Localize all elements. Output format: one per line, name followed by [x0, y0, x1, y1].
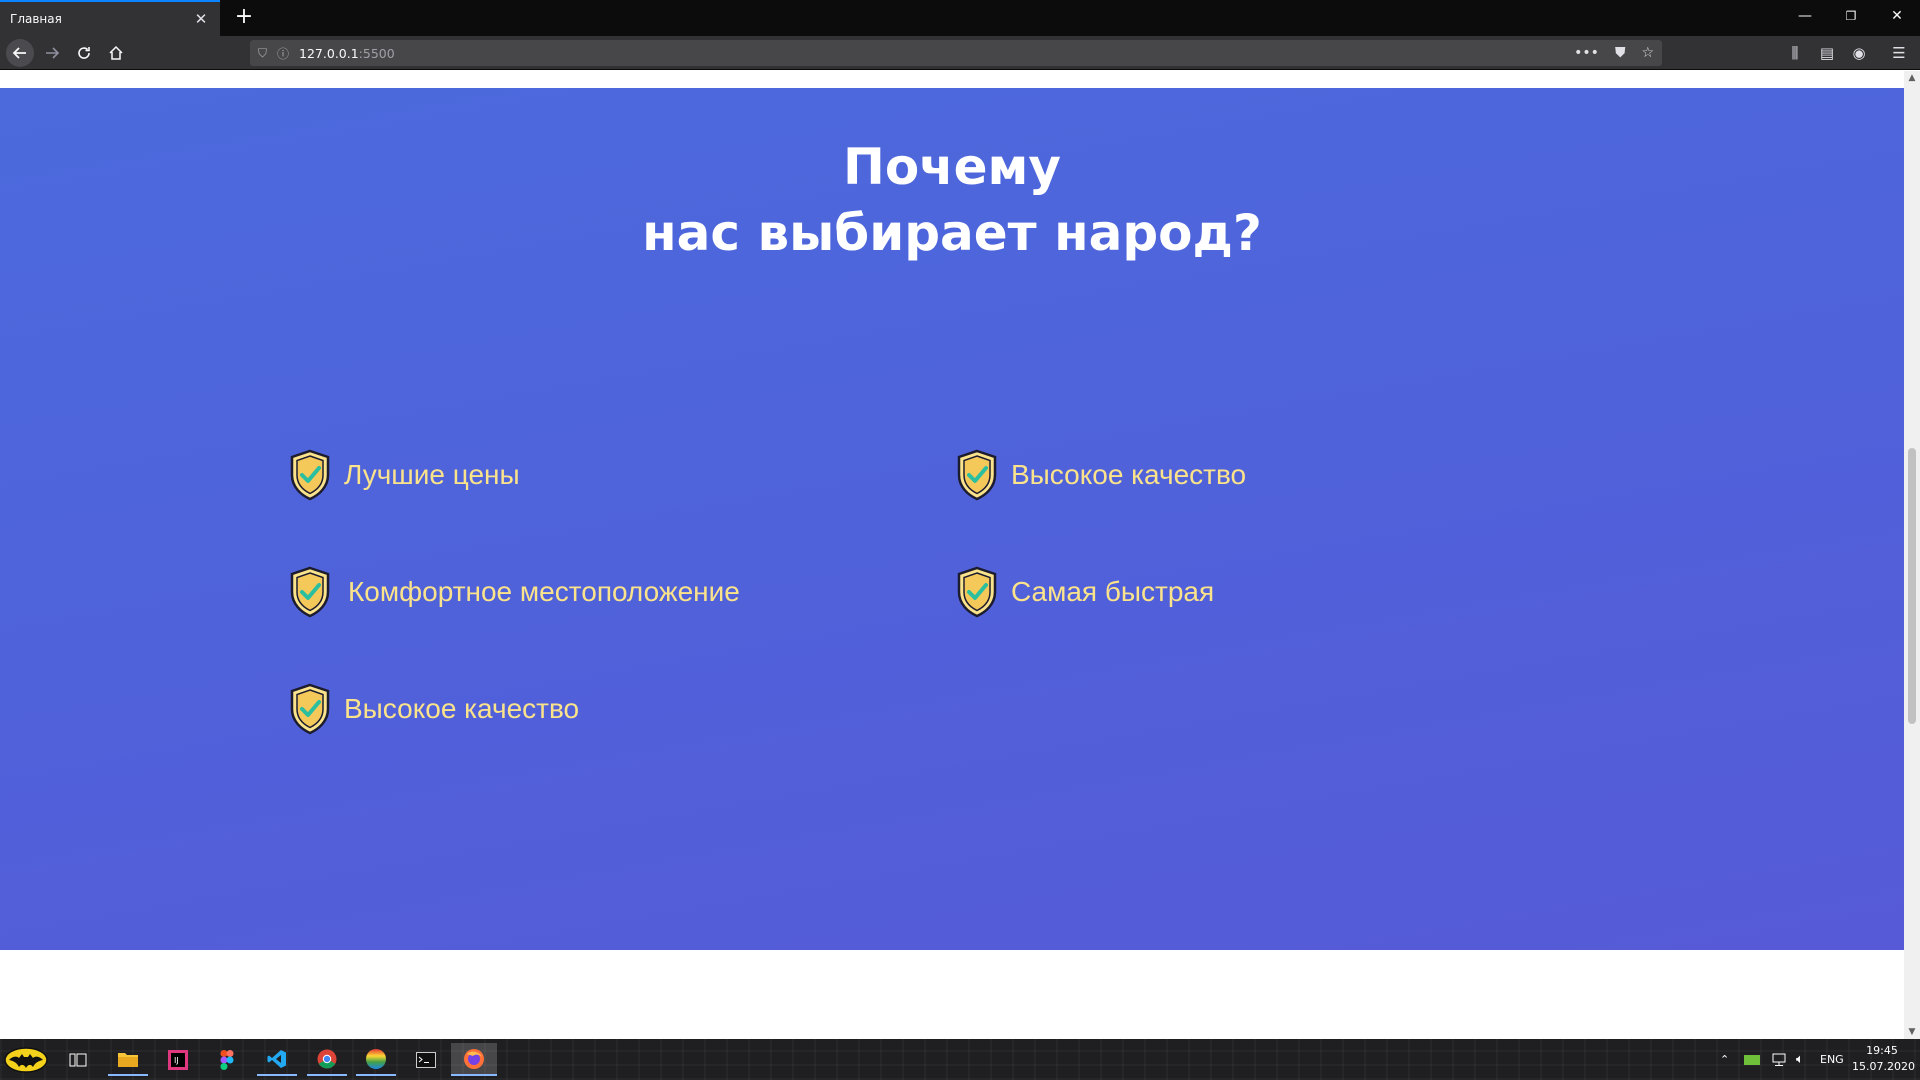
feature-item: Высокое качество [288, 681, 579, 737]
reload-button[interactable] [70, 39, 98, 67]
figma-glyph [220, 1049, 234, 1070]
menu-icon[interactable]: ☰ [1886, 39, 1912, 67]
arrow-right-icon [46, 47, 60, 59]
shield-check-icon [957, 566, 997, 618]
scroll-down-icon[interactable]: ▼ [1904, 1025, 1920, 1039]
show-hidden-icons-icon[interactable]: ⌃ [1720, 1039, 1729, 1080]
arrow-left-icon [12, 47, 26, 59]
feature-label: Самая быстрая [1011, 576, 1215, 607]
file-explorer-icon[interactable] [108, 1043, 148, 1076]
library-icon[interactable]: ⫼ [1782, 39, 1808, 67]
taskbar-clock[interactable]: 19:45 15.07.2020 [1852, 1043, 1915, 1075]
clock-time: 19:45 [1866, 1044, 1898, 1057]
address-bar[interactable]: ⛉ ⓘ 127.0.0.1:5500 ••• ⛊ ☆ [250, 40, 1662, 66]
page-viewport: Почему нас выбирает народ? Лучшие цены В… [0, 71, 1904, 1039]
shield-check-icon [290, 449, 330, 501]
info-icon[interactable]: ⓘ [277, 45, 289, 62]
restore-button[interactable]: ❐ [1828, 0, 1874, 32]
vscode-icon[interactable] [257, 1043, 297, 1076]
shield-check-icon [957, 449, 997, 501]
title-line-1: Почему [843, 138, 1061, 196]
account-icon[interactable]: ◉ [1846, 39, 1872, 67]
batman-logo-icon [4, 1046, 48, 1073]
shield-check-icon [290, 683, 330, 735]
network-glyph [1772, 1053, 1786, 1066]
chrome-icon[interactable] [307, 1043, 347, 1076]
scroll-up-icon[interactable]: ▲ [1904, 71, 1920, 85]
windows-taskbar: IJ ⌃ 🔈︎ ENG 19:45 15.07.2020 [0, 1039, 1920, 1080]
why-choose-us-section: Почему нас выбирает народ? Лучшие цены В… [0, 88, 1904, 950]
language-indicator[interactable]: ENG [1820, 1039, 1844, 1080]
browser-tab[interactable]: Главная ✕ [0, 0, 220, 36]
page-actions-icon[interactable]: ••• [1574, 45, 1599, 61]
shield-check-icon [290, 566, 330, 618]
section-title: Почему нас выбирает народ? [0, 134, 1904, 266]
chrome-glyph [317, 1049, 337, 1068]
feature-label: Комфортное местоположение [348, 576, 740, 607]
terminal-glyph [416, 1051, 436, 1068]
title-line-2: нас выбирает народ? [642, 204, 1262, 262]
tracking-shield-icon[interactable]: ⛉ [258, 46, 267, 61]
clock-date: 15.07.2020 [1852, 1060, 1915, 1073]
feature-label: Лучшие цены [344, 459, 520, 490]
svg-text:IJ: IJ [174, 1056, 179, 1065]
feature-label: Высокое качество [1011, 459, 1247, 490]
browser-tab-bar: Главная ✕ + — ❐ ✕ [0, 0, 1920, 36]
url-host: 127.0.0.1 [299, 45, 359, 61]
pocket-icon[interactable]: ⛊ [1615, 45, 1626, 61]
feature-item: Лучшие цены [288, 447, 520, 503]
gpu-glyph [1744, 1054, 1760, 1065]
scroll-thumb[interactable] [1908, 448, 1916, 724]
volume-icon[interactable]: 🔈︎ [1796, 1039, 1804, 1080]
firefox-glyph [464, 1048, 484, 1069]
firefox-icon[interactable] [451, 1043, 497, 1076]
folder-glyph [118, 1052, 138, 1067]
home-button[interactable] [102, 39, 130, 67]
page-scrollbar[interactable]: ▲ ▼ [1904, 71, 1920, 1039]
intellij-glyph: IJ [168, 1049, 188, 1070]
color-app-icon[interactable] [356, 1043, 396, 1076]
sidebar-icon[interactable]: ▤ [1814, 39, 1840, 67]
figma-icon[interactable] [207, 1043, 247, 1076]
minimize-button[interactable]: — [1782, 0, 1828, 32]
terminal-icon[interactable] [406, 1043, 446, 1076]
intellij-icon[interactable]: IJ [158, 1043, 198, 1076]
home-icon [109, 45, 123, 60]
browser-nav-bar: ⛉ ⓘ 127.0.0.1:5500 ••• ⛊ ☆ ⫼ ▤ ◉ ☰ [0, 36, 1920, 70]
reload-icon [78, 47, 90, 59]
task-view-icon[interactable] [58, 1043, 98, 1076]
network-icon[interactable] [1770, 1039, 1788, 1080]
rainbow-ball-glyph [366, 1048, 386, 1069]
tab-close-icon[interactable]: ✕ [192, 10, 210, 28]
forward-button[interactable] [38, 39, 66, 67]
feature-item: Высокое качество [955, 447, 1246, 503]
vscode-glyph [267, 1049, 286, 1068]
feature-item: Самая быстрая [955, 564, 1214, 620]
feature-item: Комфортное местоположение [288, 564, 740, 620]
task-view-glyph [69, 1053, 87, 1066]
url-port: :5500 [358, 45, 395, 61]
start-button[interactable] [2, 1043, 50, 1076]
tab-title: Главная [10, 12, 62, 26]
close-window-button[interactable]: ✕ [1874, 0, 1920, 32]
feature-label: Высокое качество [344, 693, 580, 724]
gpu-tray-icon[interactable] [1744, 1039, 1760, 1080]
bookmark-star-icon[interactable]: ☆ [1641, 45, 1654, 61]
back-button[interactable] [6, 39, 34, 67]
new-tab-button[interactable]: + [230, 4, 258, 32]
